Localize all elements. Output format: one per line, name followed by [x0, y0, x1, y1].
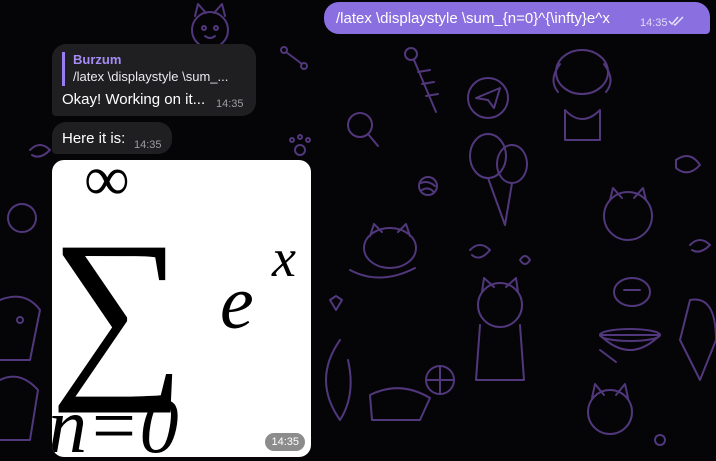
- double-check-icon: [668, 16, 684, 27]
- yarn-doodle: [418, 176, 438, 196]
- reply-quote-text: /latex \displaystyle \sum_...: [73, 69, 229, 84]
- reply-message-text: Okay! Working on it...: [62, 91, 206, 108]
- latex-image-message[interactable]: ∞ ∑ e x n=0 14:35: [52, 160, 311, 457]
- paper-plane-doodle: [467, 77, 509, 119]
- cat-sitting-doodle: [475, 277, 525, 381]
- result-message-bubble[interactable]: Here it is: 14:35: [52, 122, 172, 154]
- outgoing-message-time: 14:35: [640, 17, 668, 29]
- paw-doodle: [289, 134, 666, 446]
- reply-message-bubble[interactable]: Burzum /latex \displaystyle \sum_... Oka…: [52, 44, 256, 116]
- result-message-text: Here it is:: [62, 130, 126, 147]
- cat-right-doodle: [603, 187, 653, 241]
- fishbowl-doodle: [613, 277, 651, 307]
- fox-doodle: [325, 339, 431, 421]
- fishbone-doodle: [404, 47, 439, 113]
- reply-quote[interactable]: Burzum /latex \displaystyle \sum_...: [62, 52, 252, 86]
- ball-doodle: [425, 365, 455, 395]
- image-message-time: 14:35: [265, 433, 305, 451]
- reply-quote-author: Burzum: [73, 52, 122, 67]
- outgoing-message-text: /latex \displaystyle \sum_{n=0}^{\infty}…: [336, 10, 610, 27]
- dog-right-doodle: [679, 298, 716, 381]
- bone-doodle: [280, 46, 617, 363]
- left-dog-doodle: [0, 295, 41, 361]
- latex-formula-image: ∞ ∑ e x n=0: [52, 160, 296, 457]
- bowl-doodle: [599, 328, 661, 351]
- bird-doodle: [675, 155, 701, 174]
- reply-message-time: 14:35: [216, 98, 244, 110]
- balloons-doodle: [469, 133, 528, 226]
- cat-doodle: [191, 3, 229, 49]
- cat-sleeping-doodle: [349, 223, 417, 279]
- cat-bottom-doodle: [587, 383, 633, 435]
- dog-doodle: [552, 49, 612, 141]
- magnifier-doodle: [347, 112, 379, 147]
- formula-subscript: n=0: [52, 382, 179, 457]
- formula-exponent: x: [271, 228, 296, 288]
- outgoing-message-bubble[interactable]: /latex \displaystyle \sum_{n=0}^{\infty}…: [324, 2, 710, 34]
- formula-base: e: [220, 261, 254, 345]
- result-message-time: 14:35: [134, 139, 162, 151]
